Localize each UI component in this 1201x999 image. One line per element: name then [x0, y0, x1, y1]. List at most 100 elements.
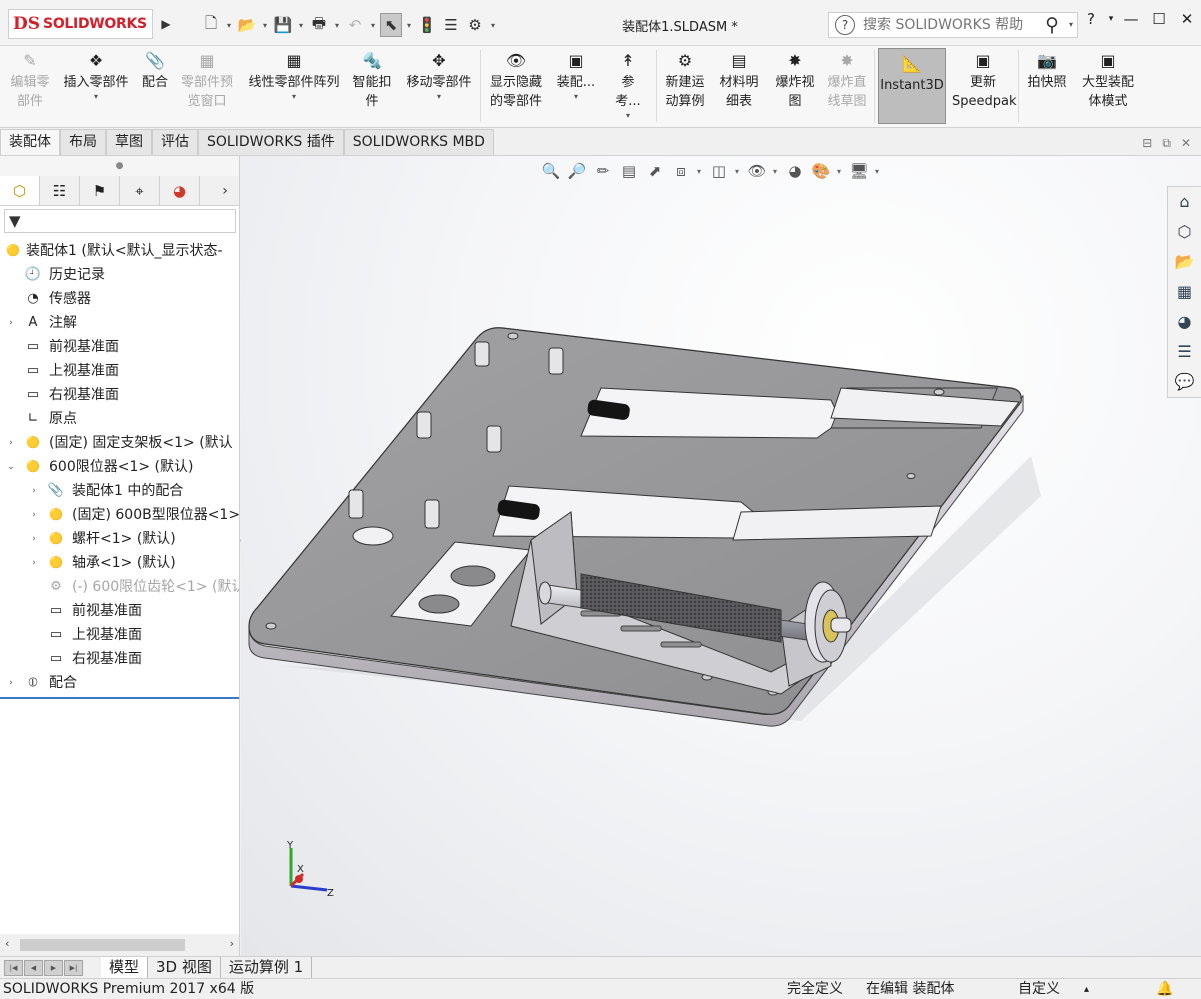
tree-item[interactable]: ▭ 上视基准面 — [0, 359, 239, 383]
graphics-viewport[interactable]: 🔍 🔎 ✏ ▤ ⬈ ⧈ ▾ ◫ ▾ 👁 ▾ ◕ 🎨 ▾ 🖥 ▾ Y X Z — [241, 156, 1201, 956]
undo-icon[interactable]: ↶ — [344, 13, 366, 37]
tab-model[interactable]: 模型 — [101, 957, 149, 978]
solidworks-logo[interactable]: DS SOLIDWORKS — [8, 9, 153, 39]
linear-pattern-button[interactable]: ▦ 线性零部件阵列 ▾ — [244, 50, 344, 102]
tree-item[interactable]: ∟ 原点 — [0, 407, 239, 431]
file-explorer-icon[interactable]: 📂 — [1168, 247, 1201, 277]
tab-layout[interactable]: 布局 — [60, 129, 106, 155]
tree-expand-toggle[interactable]: › — [29, 503, 39, 527]
tree-item[interactable]: › 🟡 (固定) 600B型限位器<1> — [0, 503, 239, 527]
new-dropdown[interactable]: ▾ — [224, 21, 234, 30]
search-icon[interactable]: ⚲ — [1045, 14, 1059, 36]
menu-expand-arrow[interactable]: ▶ — [158, 14, 174, 34]
explode-line-button[interactable]: ✸ 爆炸直 线草图 — [824, 50, 870, 111]
tree-item[interactable]: ▭ 上视基准面 — [0, 623, 239, 647]
scroll-thumb[interactable] — [20, 939, 185, 951]
tab-addins[interactable]: SOLIDWORKS 插件 — [198, 129, 344, 155]
tree-expand-toggle[interactable]: ⌄ — [6, 455, 16, 479]
viewport-restore-icon[interactable]: ⧉ — [1162, 136, 1171, 151]
custom-properties-icon[interactable]: ☰ — [1168, 337, 1201, 367]
save-icon[interactable]: 💾 — [272, 13, 294, 37]
next-tab-icon[interactable]: ▶ — [44, 959, 63, 976]
bom-button[interactable]: ▤ 材料明 细表 — [716, 50, 762, 111]
move-component-button[interactable]: ✥ 移动零部件 ▾ — [402, 50, 476, 102]
tree-expand-toggle[interactable]: › — [6, 431, 16, 455]
search-dropdown[interactable]: ▾ — [1069, 20, 1073, 29]
rebuild-icon[interactable]: 🚦 — [416, 13, 438, 37]
options-dropdown[interactable]: ▾ — [488, 21, 498, 30]
component-preview-button[interactable]: ▦ 零部件预 览窗口 — [178, 50, 236, 111]
tab-evaluate[interactable]: 评估 — [152, 129, 198, 155]
tree-item[interactable]: ▭ 右视基准面 — [0, 647, 239, 671]
panel-horizontal-scrollbar[interactable]: ‹ › — [0, 934, 239, 956]
exploded-view-button[interactable]: ✸ 爆炸视图 — [772, 50, 818, 111]
reference-dropdown[interactable]: ▾ — [610, 111, 646, 121]
close-button[interactable]: ✕ — [1173, 10, 1201, 28]
mate-button[interactable]: 📎 配合 — [140, 50, 170, 92]
instant3d-button[interactable]: 📐 Instant3D — [878, 48, 946, 124]
edit-component-button[interactable]: ✎ 编辑零 部件 — [8, 50, 52, 111]
tree-item[interactable]: ⌄ 🟡 600限位器<1> (默认) — [0, 455, 239, 479]
first-tab-icon[interactable]: |◀ — [4, 959, 23, 976]
tree-item[interactable]: ⚙ (-) 600限位齿轮<1> (默认 — [0, 575, 239, 599]
tree-expand-toggle[interactable]: › — [29, 479, 39, 503]
large-assembly-button[interactable]: ▣ 大型装配 体模式 — [1078, 50, 1138, 111]
design-library-icon[interactable]: ⬡ — [1168, 217, 1201, 247]
save-dropdown[interactable]: ▾ — [296, 21, 306, 30]
tree-item[interactable]: ▭ 右视基准面 — [0, 383, 239, 407]
help-search-input[interactable] — [863, 17, 1033, 33]
move-component-dropdown[interactable]: ▾ — [402, 92, 476, 102]
tab-sketch[interactable]: 草图 — [106, 129, 152, 155]
new-document-icon[interactable]: 🗋 — [200, 13, 222, 37]
update-speedpak-button[interactable]: ▣ 更新 Speedpak — [952, 50, 1017, 111]
insert-components-dropdown[interactable]: ▾ — [58, 92, 134, 102]
help-dropdown[interactable]: ▾ — [1105, 14, 1117, 24]
insert-components-button[interactable]: ❖ 插入零部件 ▾ — [58, 50, 134, 102]
tree-item[interactable]: › 🟡 (固定) 固定支架板<1> (默认 — [0, 431, 239, 455]
select-cursor-icon[interactable]: ⬉ — [380, 13, 402, 37]
undo-dropdown[interactable]: ▾ — [368, 21, 378, 30]
assembly-features-button[interactable]: ▣ 装配... ▾ — [556, 50, 596, 102]
new-motion-study-button[interactable]: ⚙ 新建运 动算例 — [662, 50, 708, 111]
print-icon[interactable]: 🖶 — [308, 13, 330, 37]
prev-tab-icon[interactable]: ◀ — [24, 959, 43, 976]
open-icon[interactable]: 📂 — [236, 13, 258, 37]
show-hidden-button[interactable]: 👁 显示隐藏 的零部件 — [486, 50, 546, 111]
tree-item[interactable]: ▭ 前视基准面 — [0, 599, 239, 623]
help-button[interactable]: ? — [1077, 10, 1105, 28]
viewport-tile-icon[interactable]: ⊟ — [1142, 136, 1152, 151]
tree-item[interactable]: › 🟡 轴承<1> (默认) — [0, 551, 239, 575]
tree-expand-toggle[interactable]: › — [29, 527, 39, 551]
tree-item[interactable]: › 🟡 螺杆<1> (默认) — [0, 527, 239, 551]
open-dropdown[interactable]: ▾ — [260, 21, 270, 30]
tree-item[interactable]: ◔ 传感器 — [0, 287, 239, 311]
panel-collapse-handle[interactable]: ● — [0, 156, 239, 176]
last-tab-icon[interactable]: ▶| — [64, 959, 83, 976]
configuration-manager-tab-icon[interactable]: ⚑ — [80, 176, 120, 205]
viewport-close-icon[interactable]: ✕ — [1181, 136, 1191, 151]
tree-expand-toggle[interactable]: › — [6, 671, 16, 695]
tab-motion-study[interactable]: 运动算例 1 — [221, 957, 313, 978]
tab-3d-view[interactable]: 3D 视图 — [148, 957, 221, 978]
print-dropdown[interactable]: ▾ — [332, 21, 342, 30]
snapshot-button[interactable]: 📷 拍快照 — [1025, 50, 1069, 92]
tree-item[interactable]: › ⦶ 配合 — [0, 671, 239, 695]
tree-expand-toggle[interactable]: › — [6, 311, 16, 335]
home-icon[interactable]: ⌂ — [1168, 187, 1201, 217]
minimize-button[interactable]: — — [1117, 10, 1145, 28]
view-palette-icon[interactable]: ▦ — [1168, 277, 1201, 307]
file-properties-icon[interactable]: ☰ — [440, 13, 462, 37]
tab-assembly[interactable]: 装配体 — [0, 129, 60, 155]
feature-manager-tab-icon[interactable]: ⬡ — [0, 176, 40, 205]
maximize-button[interactable]: ☐ — [1145, 10, 1173, 28]
smart-fasteners-button[interactable]: 🔩 智能扣件 — [350, 50, 394, 111]
rollback-bar[interactable] — [0, 697, 239, 699]
appearances-icon[interactable]: ◕ — [1168, 307, 1201, 337]
tree-item[interactable]: 🕘 历史记录 — [0, 263, 239, 287]
panel-more-arrow[interactable]: › — [211, 176, 239, 205]
property-manager-tab-icon[interactable]: ☷ — [40, 176, 80, 205]
display-manager-tab-icon[interactable]: ◕ — [160, 176, 200, 205]
tree-item[interactable]: ▭ 前视基准面 — [0, 335, 239, 359]
linear-pattern-dropdown[interactable]: ▾ — [244, 92, 344, 102]
tree-item[interactable]: › A 注解 — [0, 311, 239, 335]
